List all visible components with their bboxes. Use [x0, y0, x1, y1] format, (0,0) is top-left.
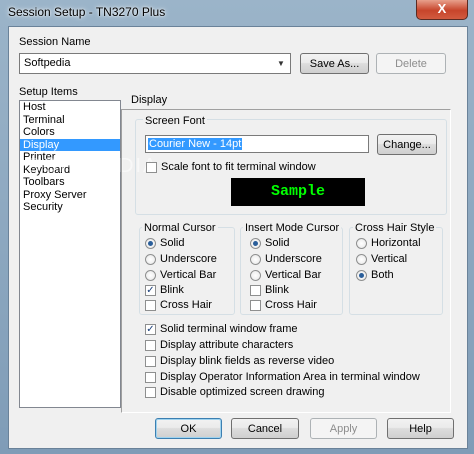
checkbox-label: Display attribute characters [160, 339, 294, 351]
checkbox-box[interactable] [145, 371, 156, 383]
radio-label: Both [371, 269, 394, 281]
title-bar[interactable]: Session Setup - TN3270 Plus X [0, 0, 474, 24]
setup-item-colors[interactable]: Colors [20, 126, 120, 139]
dialog-client: Session Name Softpedia ▼ Save As... Dele… [8, 26, 468, 449]
checkbox-label: Solid terminal window frame [160, 323, 298, 335]
radio-label: Underscore [160, 253, 217, 265]
display-heading: Display [131, 94, 168, 106]
setup-item-security[interactable]: Security [20, 201, 120, 214]
insert-cursor-cross-hair-checkbox[interactable]: Cross Hair [250, 299, 317, 311]
window-title: Session Setup - TN3270 Plus [8, 5, 166, 19]
scale-font-checkbox[interactable]: Scale font to fit terminal window [146, 161, 316, 173]
screen-font-field[interactable]: Courier New - 14pt [145, 135, 369, 153]
disable-optimized-drawing-checkbox[interactable]: Disable optimized screen drawing [145, 386, 324, 398]
radio-label: Solid [160, 237, 185, 249]
session-setup-window: Session Setup - TN3270 Plus X Session Na… [0, 0, 474, 454]
close-button[interactable]: X [416, 0, 468, 20]
cross-hair-vertical-radio[interactable]: Vertical [356, 253, 407, 265]
checkbox-box[interactable] [145, 299, 156, 311]
radio-label: Vertical [371, 253, 408, 265]
radio-label: Solid [265, 237, 290, 249]
check-icon[interactable]: ✓ [145, 284, 156, 296]
checkbox-box[interactable] [145, 386, 156, 398]
radio-dot[interactable] [356, 237, 367, 249]
checkbox-label: Display blink fields as reverse video [160, 355, 335, 367]
insert-cursor-underscore-radio[interactable]: Underscore [250, 253, 322, 265]
apply-button[interactable]: Apply [310, 418, 377, 439]
radio-label: Vertical Bar [160, 269, 217, 281]
screen-font-label: Screen Font [143, 115, 207, 127]
insert-cursor-label: Insert Mode Cursor [243, 222, 342, 234]
normal-cursor-vertical-bar-radio[interactable]: Vertical Bar [145, 269, 216, 281]
save-as-button[interactable]: Save As... [300, 53, 369, 74]
radio-label: Underscore [265, 253, 322, 265]
radio-label: Horizontal [371, 237, 421, 249]
radio-dot[interactable] [356, 253, 367, 265]
blink-reverse-video-checkbox[interactable]: Display blink fields as reverse video [145, 355, 334, 367]
checkbox-label: Cross Hair [265, 299, 317, 311]
operator-info-area-checkbox[interactable]: Display Operator Information Area in ter… [145, 371, 420, 383]
font-sample-preview: Sample [231, 178, 365, 206]
radio-dot[interactable] [145, 253, 156, 265]
insert-cursor-solid-radio[interactable]: Solid [250, 237, 289, 249]
insert-cursor-vertical-bar-radio[interactable]: Vertical Bar [250, 269, 321, 281]
setup-item-host[interactable]: Host [20, 101, 120, 114]
session-name-value: Softpedia [24, 57, 71, 69]
session-name-label: Session Name [19, 36, 91, 48]
radio-dot[interactable] [356, 269, 367, 281]
radio-label: Vertical Bar [265, 269, 322, 281]
setup-item-display[interactable]: Display [20, 138, 120, 151]
checkbox-label: Blink [265, 284, 289, 296]
cross-hair-style-label: Cross Hair Style [353, 222, 437, 234]
attribute-characters-checkbox[interactable]: Display attribute characters [145, 339, 293, 351]
cross-hair-both-radio[interactable]: Both [356, 269, 394, 281]
setup-item-terminal[interactable]: Terminal [20, 114, 120, 127]
setup-items-label: Setup Items [19, 86, 78, 98]
change-font-button[interactable]: Change... [377, 134, 437, 155]
normal-cursor-cross-hair-checkbox[interactable]: Cross Hair [145, 299, 212, 311]
check-icon[interactable]: ✓ [145, 323, 156, 335]
normal-cursor-label: Normal Cursor [142, 222, 218, 234]
checkbox-box[interactable] [145, 339, 156, 351]
checkbox-box[interactable] [146, 161, 157, 173]
setup-item-proxy-server[interactable]: Proxy Server [20, 189, 120, 202]
radio-dot[interactable] [250, 269, 261, 281]
cancel-button[interactable]: Cancel [231, 418, 299, 439]
chevron-down-icon[interactable]: ▼ [274, 56, 288, 71]
checkbox-box[interactable] [145, 355, 156, 367]
checkbox-label: Cross Hair [160, 299, 212, 311]
radio-dot[interactable] [145, 237, 156, 249]
cross-hair-horizontal-radio[interactable]: Horizontal [356, 237, 421, 249]
ok-button[interactable]: OK [155, 418, 222, 439]
checkbox-box[interactable] [250, 284, 261, 296]
setup-items-list[interactable]: Host Terminal Colors Display Printer Key… [19, 100, 121, 408]
checkbox-label: Blink [160, 284, 184, 296]
normal-cursor-solid-radio[interactable]: Solid [145, 237, 184, 249]
normal-cursor-blink-checkbox[interactable]: ✓ Blink [145, 284, 184, 296]
delete-button[interactable]: Delete [376, 53, 446, 74]
normal-cursor-underscore-radio[interactable]: Underscore [145, 253, 217, 265]
checkbox-box[interactable] [250, 299, 261, 311]
scale-font-label: Scale font to fit terminal window [161, 161, 316, 173]
session-name-combo[interactable]: Softpedia ▼ [19, 53, 291, 74]
help-button[interactable]: Help [387, 418, 454, 439]
radio-dot[interactable] [250, 237, 261, 249]
radio-dot[interactable] [250, 253, 261, 265]
solid-frame-checkbox[interactable]: ✓ Solid terminal window frame [145, 323, 298, 335]
checkbox-label: Disable optimized screen drawing [160, 386, 325, 398]
screen-font-value: Courier New - 14pt [148, 138, 243, 150]
insert-cursor-blink-checkbox[interactable]: Blink [250, 284, 289, 296]
checkbox-label: Display Operator Information Area in ter… [160, 371, 420, 383]
radio-dot[interactable] [145, 269, 156, 281]
